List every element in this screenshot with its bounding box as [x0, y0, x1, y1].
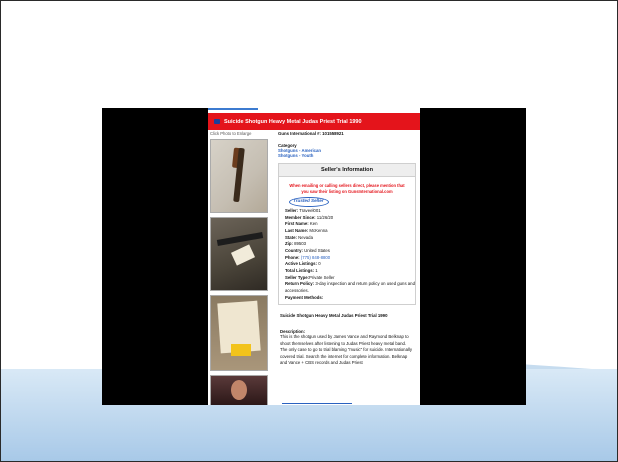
listing-info: Guns International #: 101558921 Category…: [278, 131, 418, 366]
screenshot-frame: Suicide Shotgun Heavy Metal Judas Priest…: [102, 108, 526, 405]
detail-row: Seller: Traveel001: [285, 208, 321, 214]
detail-row: Country: United States: [285, 247, 330, 253]
detail-row: State: Nevada: [285, 234, 313, 240]
scroll-underline: [282, 403, 352, 404]
seller-badge-logo: Trusted Seller: [289, 196, 331, 208]
listing-subtitle: Suicide Shotgun Heavy Metal Judas Priest…: [280, 313, 388, 319]
seller-header: Seller's Information: [279, 164, 415, 177]
detail-row: First Name: Ken: [285, 221, 318, 227]
detail-row: Active Listings: 0: [285, 261, 321, 267]
seller-details: Seller: Traveel001 Member Since: 11/26/2…: [279, 208, 415, 301]
detail-row: Seller Type:Private Seller: [285, 274, 335, 280]
listing-page: Suicide Shotgun Heavy Metal Judas Priest…: [208, 108, 420, 405]
photo-person[interactable]: [210, 375, 268, 405]
listing-title: Suicide Shotgun Heavy Metal Judas Priest…: [224, 118, 362, 125]
listing-title-bar: Suicide Shotgun Heavy Metal Judas Priest…: [208, 113, 420, 130]
photo-column: Click Photo to Enlarge: [210, 131, 270, 405]
detail-row: Zip: 89503: [285, 241, 307, 247]
detail-row: Payment Methods:: [285, 294, 324, 300]
presentation-slide: Suicide Shotgun Heavy Metal Judas Priest…: [0, 0, 618, 462]
description-text: This is the shotgun used by James Vance …: [280, 334, 413, 365]
gi-number: Guns International #: 101558921: [278, 131, 344, 136]
photo-hint: Click Photo to Enlarge: [210, 131, 252, 136]
flag-icon: [214, 119, 220, 124]
detail-row: Phone: (775) 848-8800: [285, 254, 331, 260]
top-nav-underline: [208, 108, 258, 110]
photo-evidence-tag[interactable]: [210, 295, 268, 371]
photo-tagged-shotgun[interactable]: [210, 217, 268, 291]
detail-row: Total Listings: 1: [285, 267, 318, 273]
detail-row: Member Since: 11/26/20: [285, 214, 334, 220]
seller-info-box: Seller's Information When emailing or ca…: [278, 163, 416, 306]
detail-row: Last Name: McKenna: [285, 228, 328, 233]
category-link-youth[interactable]: Shotguns - Youth: [278, 153, 418, 158]
phone-link[interactable]: (775) 848-8800: [301, 255, 330, 260]
photo-shotgun[interactable]: [210, 139, 268, 213]
seller-notice: When emailing or calling sellers direct,…: [289, 183, 405, 194]
detail-row: Return Policy: 3-day inspection and retu…: [285, 281, 415, 293]
